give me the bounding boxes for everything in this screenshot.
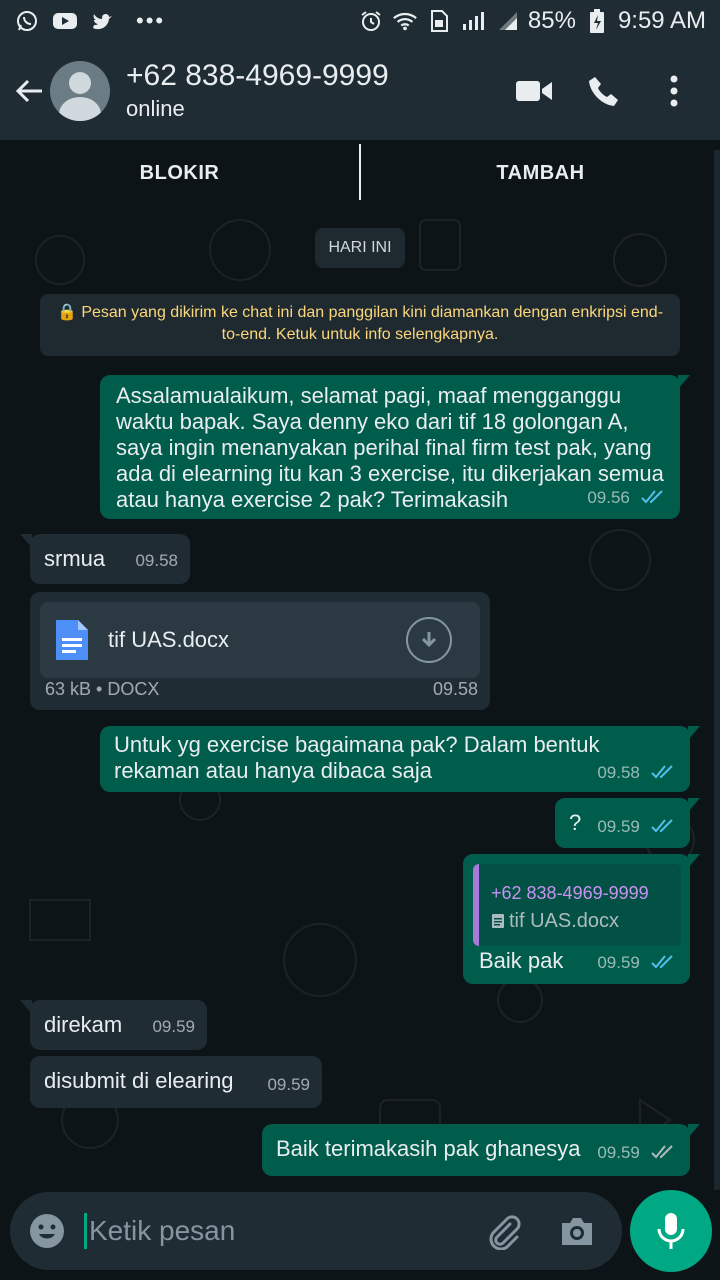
message-time: 09.56 xyxy=(587,488,630,507)
voice-call-button[interactable] xyxy=(582,69,626,113)
message-time: 09.58 xyxy=(432,679,478,699)
message-text: ? xyxy=(569,810,582,835)
battery-icon xyxy=(584,8,610,34)
battery-percent: 85% xyxy=(527,7,576,34)
video-call-button[interactable] xyxy=(512,69,556,113)
contact-info[interactable]: +62 838-4969-9999 online xyxy=(126,58,512,124)
document-meta: 63 kB • DOCX xyxy=(45,679,160,699)
sim-icon xyxy=(426,8,452,34)
message-text: srmua xyxy=(44,546,106,571)
quoted-filename: tif UAS.docx xyxy=(509,910,620,932)
add-contact-button[interactable]: TAMBAH xyxy=(361,140,720,206)
message-time: 09.59 xyxy=(597,817,640,836)
read-ticks-icon xyxy=(651,765,673,779)
signal-icon-2 xyxy=(494,8,520,34)
document-message[interactable]: tif UAS.docx 63 kB • DOCX 09.58 xyxy=(30,592,490,710)
whatsapp-icon xyxy=(14,8,40,34)
signal-icon-1 xyxy=(460,8,486,34)
scrollbar[interactable] xyxy=(714,150,720,1190)
quoted-author: +62 838-4969-9999 xyxy=(491,883,649,903)
paperclip-icon xyxy=(489,1215,521,1250)
attach-button[interactable] xyxy=(478,1206,528,1256)
quoted-message[interactable]: +62 838-4969-9999 tif UAS.docx xyxy=(473,864,681,946)
message-time: 09.58 xyxy=(135,551,178,570)
message-bubble-outgoing[interactable]: Untuk yg exercise bagaimana pak? Dalam b… xyxy=(100,726,700,792)
arrow-left-icon xyxy=(15,79,42,103)
message-text: Untuk yg exercise bagaimana pak? Dalam b… xyxy=(114,732,600,783)
message-bubble-incoming[interactable]: disubmit di elearing 09.59 xyxy=(30,1056,322,1108)
alarm-icon xyxy=(358,8,384,34)
status-bar: ••• 85% 9:59 AM xyxy=(0,0,720,42)
download-button[interactable] xyxy=(406,617,452,663)
text-caret xyxy=(84,1213,87,1249)
read-ticks-icon xyxy=(651,955,673,969)
message-time: 09.59 xyxy=(597,1143,640,1162)
voice-record-button[interactable] xyxy=(630,1190,712,1272)
message-composer: Ketik pesan xyxy=(10,1192,622,1270)
message-bubble-incoming[interactable]: srmua 09.58 xyxy=(20,534,190,584)
date-chip: HARI INI xyxy=(315,228,405,268)
encryption-notice[interactable]: 🔒 Pesan yang dikirim ke chat ini dan pan… xyxy=(40,294,680,356)
message-text: disubmit di elearing xyxy=(44,1068,234,1093)
clock: 9:59 AM xyxy=(617,7,706,34)
emoji-button[interactable] xyxy=(22,1206,72,1256)
download-icon xyxy=(421,632,437,648)
message-bubble-outgoing[interactable]: +62 838-4969-9999 tif UAS.docx Baik pak … xyxy=(463,854,700,984)
unknown-contact-actions: BLOKIR TAMBAH xyxy=(0,140,720,206)
camera-button[interactable] xyxy=(552,1206,602,1256)
twitter-icon xyxy=(90,8,116,34)
contact-status: online xyxy=(126,96,185,121)
message-text: Assalamualaikum, selamat pagi, maaf meng… xyxy=(116,383,664,512)
document-filename: tif UAS.docx xyxy=(108,627,230,652)
video-camera-icon xyxy=(516,81,552,101)
avatar[interactable] xyxy=(50,61,110,121)
block-button[interactable]: BLOKIR xyxy=(0,140,359,206)
chat-header: +62 838-4969-9999 online xyxy=(0,42,720,140)
message-bubble-outgoing[interactable]: ? 09.59 xyxy=(555,798,700,848)
message-bubble-outgoing[interactable]: Baik terimakasih pak ghanesya 09.59 xyxy=(262,1124,700,1176)
contact-name: +62 838-4969-9999 xyxy=(126,59,389,92)
message-placeholder: Ketik pesan xyxy=(89,1215,236,1246)
message-time: 09.58 xyxy=(597,763,640,782)
more-vertical-icon xyxy=(670,75,678,107)
read-ticks-icon xyxy=(651,819,673,833)
message-time: 09.59 xyxy=(597,953,640,972)
delivered-ticks-icon xyxy=(651,1145,673,1159)
message-bubble-incoming[interactable]: direkam 09.59 xyxy=(20,1000,207,1050)
message-text: Baik terimakasih pak ghanesya xyxy=(276,1136,581,1161)
youtube-icon xyxy=(52,8,78,34)
phone-icon xyxy=(589,77,618,106)
menu-button[interactable] xyxy=(652,69,696,113)
wifi-icon xyxy=(392,8,418,34)
message-bubble-outgoing[interactable]: Assalamualaikum, selamat pagi, maaf meng… xyxy=(100,375,690,519)
message-text: direkam xyxy=(44,1012,123,1037)
more-notifications: ••• xyxy=(136,8,166,33)
message-input[interactable]: Ketik pesan xyxy=(84,1206,478,1256)
emoji-icon xyxy=(30,1214,64,1248)
message-time: 09.59 xyxy=(152,1017,195,1036)
message-text: Baik pak xyxy=(479,948,564,973)
chat-area[interactable]: BLOKIR TAMBAH HARI INI 🔒 Pesan yang diki… xyxy=(0,140,720,1190)
document-icon xyxy=(54,618,90,662)
document-preview[interactable]: tif UAS.docx xyxy=(40,602,480,678)
message-time: 09.59 xyxy=(267,1075,310,1094)
microphone-icon xyxy=(657,1213,685,1249)
document-small-icon xyxy=(492,914,504,928)
camera-icon xyxy=(562,1218,592,1245)
read-ticks-icon xyxy=(641,490,663,504)
